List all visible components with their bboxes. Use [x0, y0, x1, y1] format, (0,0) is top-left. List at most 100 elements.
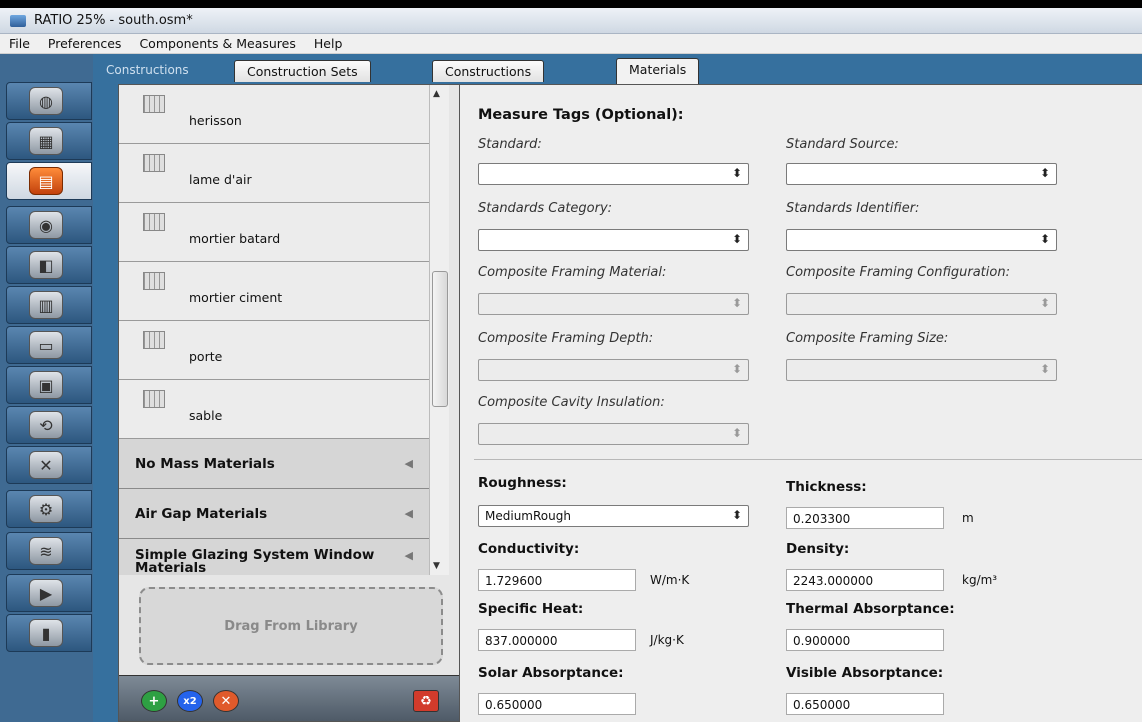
outlet-icon: ◉	[29, 211, 63, 239]
visible-absorptance-label: Visible Absorptance:	[786, 665, 944, 681]
section-divider	[474, 459, 1142, 460]
composite-framing-configuration-combo[interactable]: ⬍	[786, 293, 1057, 315]
specific-heat-label: Specific Heat:	[478, 601, 584, 617]
list-item[interactable]: porte	[119, 321, 441, 380]
hvac-tab-button[interactable]: ✕	[6, 446, 92, 484]
density-unit: kg/m³	[962, 573, 998, 587]
list-item[interactable]: herisson	[119, 85, 441, 144]
building-block-icon: ◧	[29, 251, 63, 279]
composite-framing-size-combo[interactable]: ⬍	[786, 359, 1057, 381]
window-title: RATIO 25% - south.osm*	[34, 13, 193, 28]
tab-construction-sets[interactable]: Construction Sets	[234, 60, 371, 82]
solar-absorptance-field[interactable]: 0.650000	[478, 693, 636, 715]
menu-help[interactable]: Help	[305, 36, 352, 51]
run-simulation-tab-button[interactable]: ▶	[6, 574, 92, 612]
updown-arrow-icon: ⬍	[1039, 232, 1050, 246]
list-scrollbar[interactable]: ▲ ▼	[429, 85, 449, 575]
bar-chart-icon: ▮	[29, 619, 63, 647]
material-grid-icon	[143, 213, 165, 231]
specific-heat-field[interactable]: 837.000000	[478, 629, 636, 651]
updown-arrow-icon: ⬍	[1039, 166, 1050, 180]
solar-absorptance-label: Solar Absorptance:	[478, 665, 624, 681]
play-icon: ▶	[29, 579, 63, 607]
standards-identifier-combo[interactable]: ⬍	[786, 229, 1057, 251]
conductivity-field[interactable]: 1.729600	[478, 569, 636, 591]
thermal-zones-tab-button[interactable]: ⟲	[6, 406, 92, 444]
purge-icon[interactable]: ♻	[413, 690, 439, 712]
group-air-gap-materials[interactable]: Air Gap Materials ◀	[119, 489, 441, 539]
spaces-tab-button[interactable]: ▣	[6, 366, 92, 404]
density-field[interactable]: 2243.000000	[786, 569, 944, 591]
loads-tab-button[interactable]: ◉	[6, 206, 92, 244]
constructions-tab-button[interactable]: ▤	[6, 162, 92, 200]
group-label: Simple Glazing System Window Materials	[135, 547, 375, 575]
standard-source-combo[interactable]: ⬍	[786, 163, 1057, 185]
geometry-tab-button[interactable]: ▥	[6, 286, 92, 324]
standards-category-combo[interactable]: ⬍	[478, 229, 749, 251]
menu-preferences[interactable]: Preferences	[39, 36, 131, 51]
standards-identifier-label: Standards Identifier:	[786, 201, 920, 216]
measure-tags-title: Measure Tags (Optional):	[478, 107, 684, 123]
material-grid-icon	[143, 95, 165, 113]
skyscraper-icon: ▥	[29, 291, 63, 319]
thermal-absorptance-field[interactable]: 0.900000	[786, 629, 944, 651]
calendar-icon: ▦	[29, 127, 63, 155]
drag-from-library-zone[interactable]: Drag From Library	[139, 587, 443, 665]
measures-tab-button[interactable]: ⚙	[6, 490, 92, 528]
standard-label: Standard:	[478, 137, 542, 152]
add-icon[interactable]: +	[141, 690, 167, 712]
list-item[interactable]: mortier ciment	[119, 262, 441, 321]
updown-arrow-icon: ⬍	[731, 232, 742, 246]
list-action-bar: + x2 ✕ ♻	[119, 675, 459, 721]
updown-arrow-icon: ⬍	[731, 362, 742, 376]
standard-combo[interactable]: ⬍	[478, 163, 749, 185]
composite-framing-configuration-label: Composite Framing Configuration:	[786, 265, 1010, 280]
composite-cavity-insulation-combo[interactable]: ⬍	[478, 423, 749, 445]
updown-arrow-icon: ⬍	[731, 296, 742, 310]
tab-caption: Constructions	[106, 63, 189, 77]
loop-icon: ⟲	[29, 411, 63, 439]
conductivity-unit: W/m·K	[650, 573, 690, 587]
item-label: lame d'air	[189, 171, 252, 187]
variables-icon: ✕	[29, 451, 63, 479]
scroll-up-icon[interactable]: ▲	[433, 89, 440, 99]
list-item[interactable]: mortier batard	[119, 203, 441, 262]
roughness-value: MediumRough	[485, 509, 571, 523]
thickness-field[interactable]: 0.203300	[786, 507, 944, 529]
visible-absorptance-field[interactable]: 0.650000	[786, 693, 944, 715]
space-types-tab-button[interactable]: ◧	[6, 246, 92, 284]
app-icon	[10, 14, 26, 27]
group-label: Air Gap Materials	[135, 505, 268, 522]
list-item[interactable]: sable	[119, 380, 441, 439]
density-label: Density:	[786, 541, 850, 557]
site-tab-button[interactable]: ◍	[6, 82, 92, 120]
scroll-down-icon[interactable]: ▼	[433, 561, 440, 571]
composite-cavity-insulation-label: Composite Cavity Insulation:	[478, 395, 665, 410]
composite-framing-material-combo[interactable]: ⬍	[478, 293, 749, 315]
facility-tab-button[interactable]: ▭	[6, 326, 92, 364]
composite-framing-material-label: Composite Framing Material:	[478, 265, 667, 280]
copy-icon[interactable]: x2	[177, 690, 203, 712]
tab-materials[interactable]: Materials	[616, 58, 700, 84]
group-no-mass-materials[interactable]: No Mass Materials ◀	[119, 439, 441, 489]
output-variables-tab-button[interactable]: ≋	[6, 532, 92, 570]
scroll-thumb[interactable]	[432, 271, 448, 407]
delete-icon[interactable]: ✕	[213, 690, 239, 712]
main-vertical-toolbar: ◍ ▦ ▤ ◉ ◧ ▥ ▭ ▣ ⟲ ✕ ⚙ ≋ ▶ ▮	[0, 54, 93, 722]
updown-arrow-icon: ⬍	[731, 508, 742, 522]
list-item[interactable]: lame d'air	[119, 144, 441, 203]
bricks-icon: ▤	[29, 167, 63, 195]
standard-source-label: Standard Source:	[786, 137, 899, 152]
roughness-combo[interactable]: MediumRough ⬍	[478, 505, 749, 527]
menu-components-measures[interactable]: Components & Measures	[130, 36, 304, 51]
menu-file[interactable]: File	[0, 36, 39, 51]
composite-framing-depth-combo[interactable]: ⬍	[478, 359, 749, 381]
results-tab-button[interactable]: ▮	[6, 614, 92, 652]
schedules-tab-button[interactable]: ▦	[6, 122, 92, 160]
updown-arrow-icon: ⬍	[731, 426, 742, 440]
group-simple-glazing[interactable]: Simple Glazing System Window Materials ◀	[119, 539, 441, 575]
sub-tab-strip: Constructions Construction Sets Construc…	[96, 58, 1142, 84]
tab-constructions[interactable]: Constructions	[432, 60, 545, 82]
globe-icon: ◍	[29, 87, 63, 115]
collapse-arrow-icon: ◀	[404, 507, 413, 520]
